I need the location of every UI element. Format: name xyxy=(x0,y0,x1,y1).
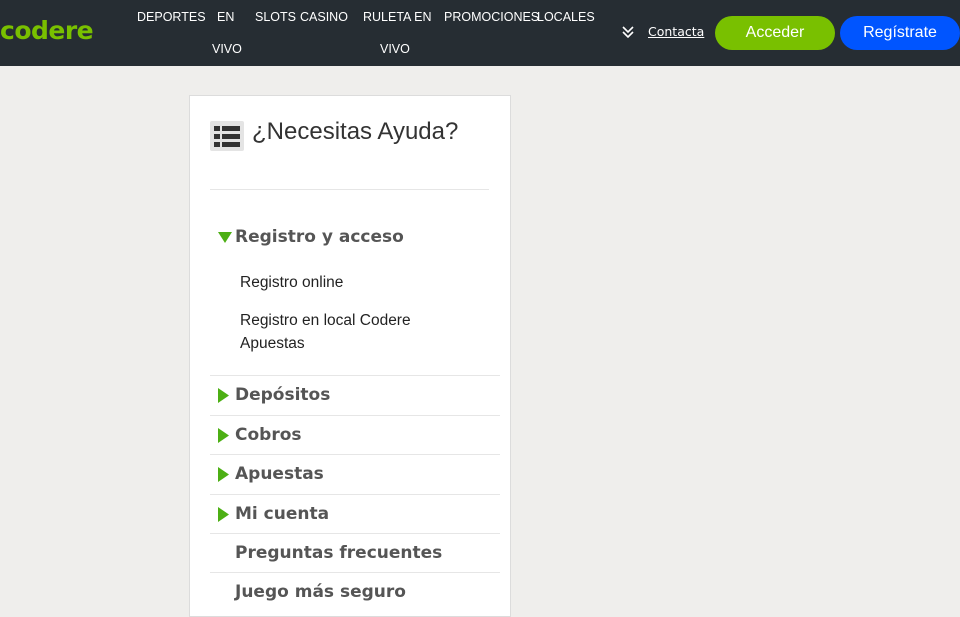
section-juego-mas-seguro[interactable]: Juego más seguro xyxy=(210,573,500,611)
contacta-link[interactable]: Contacta xyxy=(648,24,704,39)
double-chevron-down-icon[interactable] xyxy=(620,22,636,42)
help-panel: ¿Necesitas Ayuda? Registro y acceso Regi… xyxy=(189,95,511,617)
nav-en-vivo-line-2[interactable]: VIVO xyxy=(212,33,242,65)
section-cobros[interactable]: Cobros xyxy=(210,416,500,454)
section-label: Juego más seguro xyxy=(235,582,406,602)
nav-deportes[interactable]: DEPORTES xyxy=(137,1,206,33)
link-registro-en-local[interactable]: Registro en local Codere Apuestas xyxy=(240,309,440,355)
nav-locales[interactable]: LOCALES xyxy=(537,1,595,33)
section-label: Depósitos xyxy=(235,385,331,405)
nav-ruleta-en-vivo-line-2[interactable]: VIVO xyxy=(380,33,410,65)
section-apuestas[interactable]: Apuestas xyxy=(210,455,500,493)
section-depositos[interactable]: Depósitos xyxy=(210,376,500,414)
help-title: ¿Necesitas Ayuda? xyxy=(252,118,459,145)
nav-casino[interactable]: CASINO xyxy=(300,1,348,33)
triangle-right-icon xyxy=(218,388,229,403)
section-label: Registro y acceso xyxy=(235,227,404,247)
top-navigation-bar: codere DEPORTES EN VIVO SLOTS CASINO RUL… xyxy=(0,0,960,66)
triangle-down-icon xyxy=(218,232,232,243)
nav-slots[interactable]: SLOTS xyxy=(255,1,296,33)
section-label: Preguntas frecuentes xyxy=(235,543,443,563)
nav-ruleta-en-vivo-line-1[interactable]: RULETA EN xyxy=(363,1,432,33)
section-label: Mi cuenta xyxy=(235,504,330,524)
triangle-right-icon xyxy=(218,428,229,443)
registrate-button[interactable]: Regístrate xyxy=(840,16,960,50)
section-preguntas-frecuentes[interactable]: Preguntas frecuentes xyxy=(210,534,500,572)
section-mi-cuenta[interactable]: Mi cuenta xyxy=(210,495,500,533)
acceder-button[interactable]: Acceder xyxy=(715,16,835,50)
nav-promociones[interactable]: PROMOCIONES xyxy=(444,1,539,33)
triangle-right-icon xyxy=(218,507,229,522)
link-registro-online[interactable]: Registro online xyxy=(240,271,440,294)
section-label: Cobros xyxy=(235,425,302,445)
nav-en-vivo-line-1[interactable]: EN xyxy=(217,1,234,33)
triangle-right-icon xyxy=(218,467,229,482)
section-registro-y-acceso[interactable]: Registro y acceso xyxy=(210,218,500,256)
section-label: Apuestas xyxy=(235,464,324,484)
codere-logo[interactable]: codere xyxy=(0,16,94,45)
